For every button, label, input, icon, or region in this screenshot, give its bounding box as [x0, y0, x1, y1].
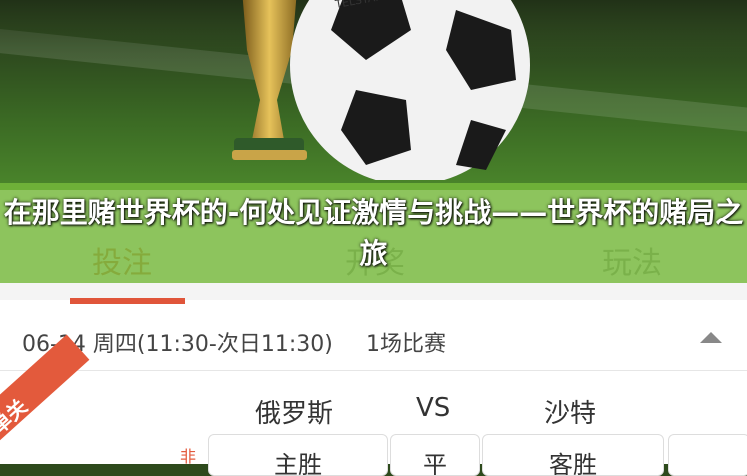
article-title: 在那里赌世界杯的-何处见证激情与挑战——世界杯的赌局之旅: [3, 196, 744, 270]
more-option[interactable]: [668, 434, 747, 476]
active-tab-indicator: [70, 298, 185, 304]
hero-photo: TELSTAR: [0, 0, 747, 200]
match-count: 1场比赛: [366, 332, 446, 357]
away-win-option[interactable]: 客胜: [482, 434, 664, 476]
vs-label: VS: [416, 393, 451, 423]
match-row: 单关 俄罗斯 VS 沙特 非 主胜 平 客胜: [0, 334, 747, 476]
home-win-option[interactable]: 主胜: [208, 434, 388, 476]
handicap-side-label: 非: [180, 447, 197, 466]
schedule-header[interactable]: 06-14 周四(11:30-次日11:30) 1场比赛: [0, 310, 747, 371]
home-team: 俄罗斯: [255, 399, 334, 429]
draw-option[interactable]: 平: [390, 434, 480, 476]
collapse-arrow-icon[interactable]: [700, 332, 722, 343]
football-image: TELSTAR: [290, 0, 530, 180]
away-team: 沙特: [544, 399, 597, 429]
